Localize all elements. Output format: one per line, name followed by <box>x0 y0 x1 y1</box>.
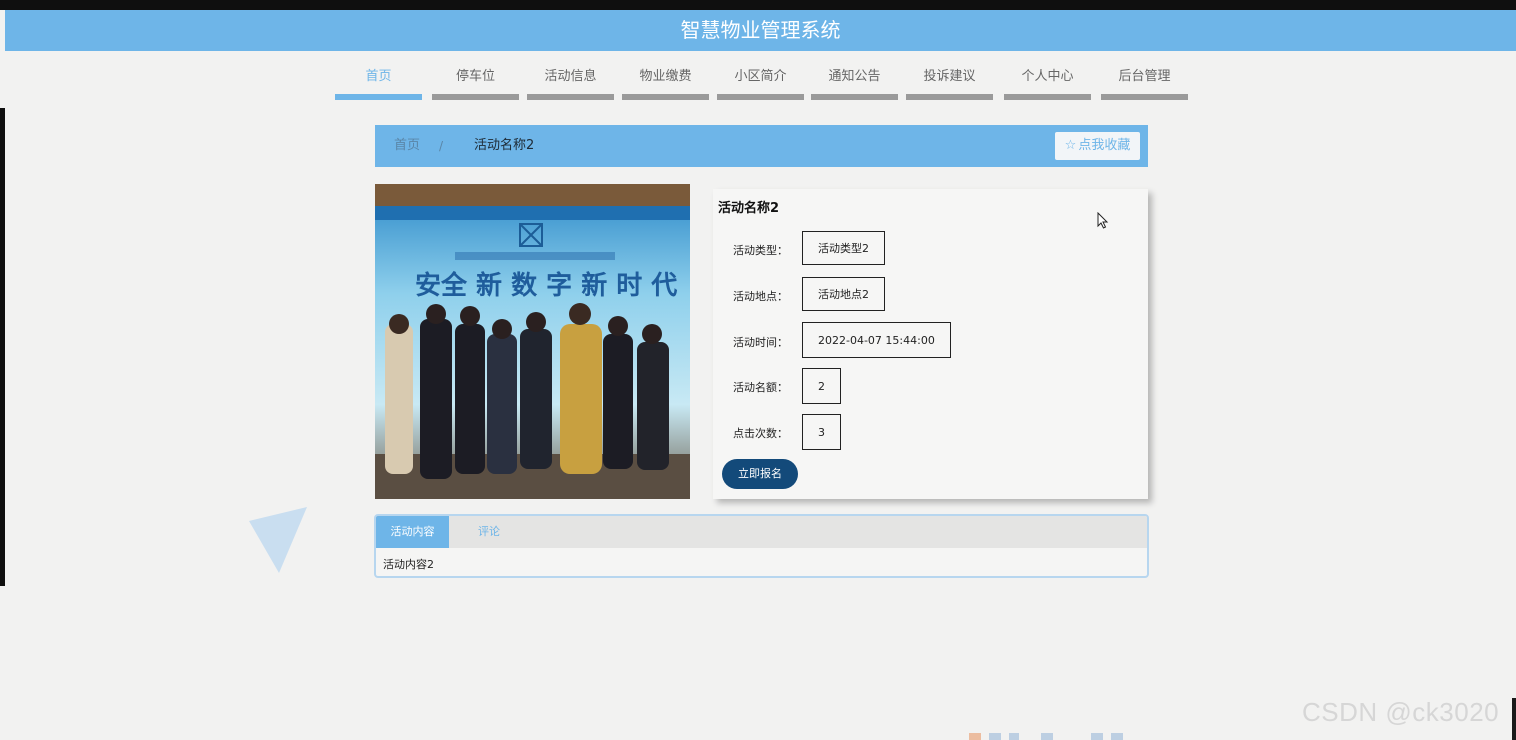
field-label-time: 活动时间： <box>733 336 788 349</box>
field-label-clicks: 点击次数： <box>733 427 788 440</box>
activity-photo: 安全 新 数 字 新 时 代 <box>375 184 690 499</box>
window-top-strip <box>0 0 1516 10</box>
signup-button[interactable]: 立即报名 <box>722 459 798 489</box>
photo-banner-text: 安全 新 数 字 新 时 代 <box>415 270 677 301</box>
watermark-text: CSDN @ck3020 <box>1302 697 1500 727</box>
tab-panel-text: 活动内容2 <box>383 558 434 571</box>
star-outline-icon: ☆ <box>1064 138 1077 153</box>
nav-item-complaints[interactable]: 投诉建议 <box>906 62 993 100</box>
field-value-location: 活动地点2 <box>802 277 885 311</box>
main-nav: 首页 停车位 活动信息 物业缴费 小区简介 通知公告 投诉建议 个人中心 后台管… <box>335 62 1195 102</box>
tab-comments[interactable]: 评论 <box>449 516 529 548</box>
content-tabs: 活动内容 评论 活动内容2 <box>374 514 1149 578</box>
window-right-edge <box>1512 698 1516 740</box>
field-value-quota: 2 <box>802 368 841 404</box>
favorite-button-label: 点我收藏 <box>1078 138 1131 153</box>
field-label-type: 活动类型： <box>733 244 788 257</box>
nav-item-community-intro[interactable]: 小区简介 <box>717 62 804 100</box>
site-title: 智慧物业管理系统 <box>680 18 841 42</box>
decorative-triangle-icon <box>249 507 307 573</box>
site-header: 智慧物业管理系统 <box>5 10 1516 51</box>
field-value-type: 活动类型2 <box>802 231 885 265</box>
activity-detail-card: 活动名称2 活动类型： 活动类型2 活动地点： 活动地点2 活动时间： 2022… <box>713 189 1148 499</box>
tab-activity-content[interactable]: 活动内容 <box>376 516 449 548</box>
nav-item-parking[interactable]: 停车位 <box>432 62 519 100</box>
field-label-quota: 活动名额： <box>733 381 788 394</box>
breadcrumb-home-link[interactable]: 首页 <box>394 125 420 167</box>
nav-item-notices[interactable]: 通知公告 <box>811 62 898 100</box>
window-left-strip <box>0 108 5 586</box>
field-value-clicks: 3 <box>802 414 841 450</box>
tab-header: 活动内容 评论 <box>376 516 1147 548</box>
nav-item-personal-center[interactable]: 个人中心 <box>1004 62 1091 100</box>
favorite-button[interactable]: ☆ 点我收藏 <box>1055 132 1140 160</box>
nav-item-property-fees[interactable]: 物业缴费 <box>622 62 709 100</box>
breadcrumb-separator: / <box>439 139 444 153</box>
field-label-location: 活动地点： <box>733 290 788 303</box>
bottom-toolbar-icons <box>969 733 1123 740</box>
nav-item-home[interactable]: 首页 <box>335 62 422 100</box>
mouse-cursor-icon <box>1097 212 1109 229</box>
breadcrumb: 首页 / 活动名称2 ☆ 点我收藏 <box>375 125 1148 167</box>
activity-title: 活动名称2 <box>718 201 780 216</box>
field-value-time: 2022-04-07 15:44:00 <box>802 322 951 358</box>
breadcrumb-current: 活动名称2 <box>474 138 535 153</box>
nav-item-activities[interactable]: 活动信息 <box>527 62 614 100</box>
nav-item-admin[interactable]: 后台管理 <box>1101 62 1188 100</box>
